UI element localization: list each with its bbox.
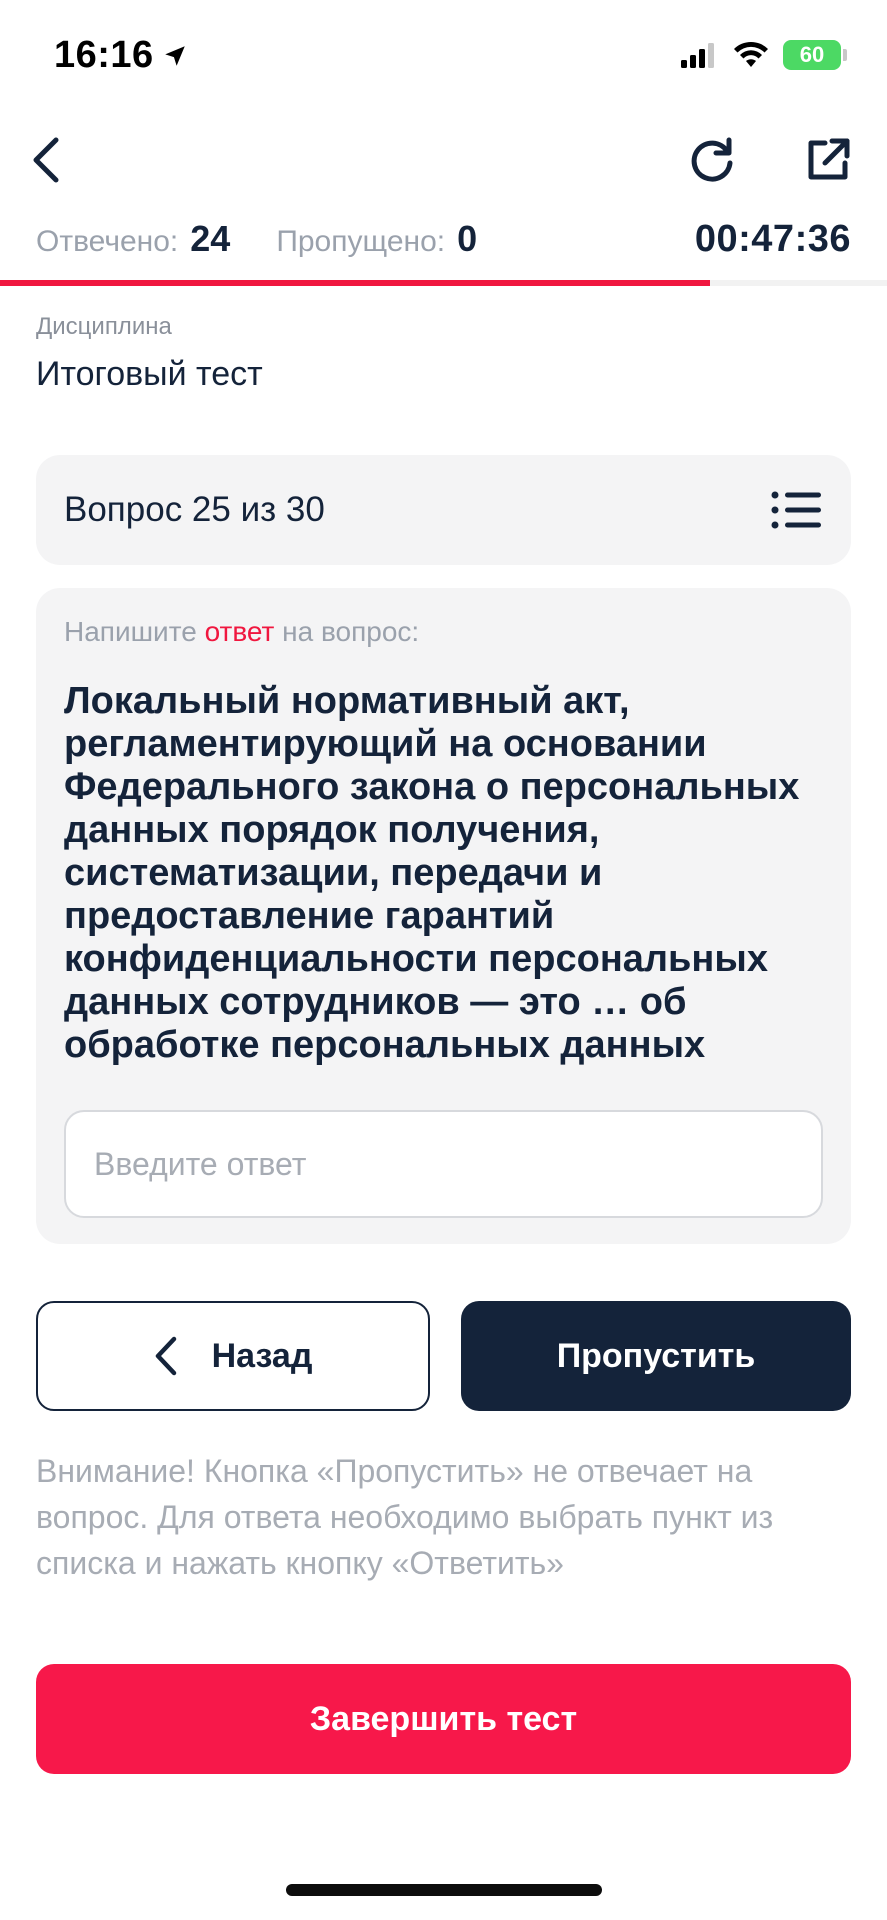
question-card: Напишите ответ на вопрос: Локальный норм… xyxy=(36,588,851,1244)
battery-charging-icon: 60 xyxy=(783,40,847,70)
skip-button[interactable]: Пропустить xyxy=(461,1301,851,1411)
back-nav-button[interactable] xyxy=(16,130,76,190)
status-time-text: 16:16 xyxy=(54,34,154,76)
skip-notice: Внимание! Кнопка «Пропустить» не отвечае… xyxy=(36,1453,774,1581)
skipped-count: 0 xyxy=(457,218,478,259)
location-arrow-icon xyxy=(164,45,185,66)
chevron-left-icon xyxy=(155,1336,176,1376)
status-indicators: 60 xyxy=(679,40,847,70)
status-bar: 16:16 60 xyxy=(0,0,887,110)
skip-button-label: Пропустить xyxy=(556,1336,756,1375)
battery-level: 60 xyxy=(783,40,841,70)
refresh-icon xyxy=(691,137,733,182)
top-nav xyxy=(0,120,887,200)
battery-cap xyxy=(843,49,847,61)
chevron-left-icon xyxy=(33,137,59,183)
prompt-before: Напишите xyxy=(64,616,205,647)
cellular-signal-icon xyxy=(681,43,714,68)
share-button[interactable] xyxy=(796,128,860,192)
discipline-label: Дисциплина xyxy=(36,313,172,340)
question-counter: Вопрос 25 из 30 xyxy=(64,490,325,529)
home-indicator xyxy=(286,1884,602,1896)
answered-count: 24 xyxy=(190,218,231,259)
progress-bar xyxy=(0,280,887,286)
question-list-icon[interactable] xyxy=(771,490,823,530)
back-button-label: Назад xyxy=(211,1336,313,1375)
battery-text: 60 xyxy=(799,42,825,67)
wifi-icon xyxy=(734,41,768,67)
refresh-button[interactable] xyxy=(680,128,744,192)
test-stats: Отвечено: 24 Пропущено: 0 00:47:36 xyxy=(36,218,851,268)
finish-test-label: Завершить тест xyxy=(309,1699,578,1738)
skipped-label: Пропущено: xyxy=(276,225,446,258)
progress-bar-fill xyxy=(0,280,710,286)
question-header: Вопрос 25 из 30 xyxy=(36,455,851,565)
question-text: Локальный нормативный акт, регламентирую… xyxy=(64,680,800,1066)
external-link-icon xyxy=(808,138,850,180)
finish-test-button[interactable]: Завершить тест xyxy=(36,1664,851,1774)
answer-input[interactable] xyxy=(64,1110,823,1218)
discipline-title: Итоговый тест xyxy=(36,355,263,393)
question-prompt: Напишите ответ на вопрос: xyxy=(64,616,823,648)
countdown-timer: 00:47:36 xyxy=(694,218,851,260)
back-button[interactable]: Назад xyxy=(36,1301,430,1411)
prompt-accent: ответ xyxy=(204,616,275,647)
status-time: 16:16 xyxy=(54,34,188,77)
answered-label: Отвечено: xyxy=(36,225,179,258)
prompt-after: на вопрос: xyxy=(274,616,420,647)
